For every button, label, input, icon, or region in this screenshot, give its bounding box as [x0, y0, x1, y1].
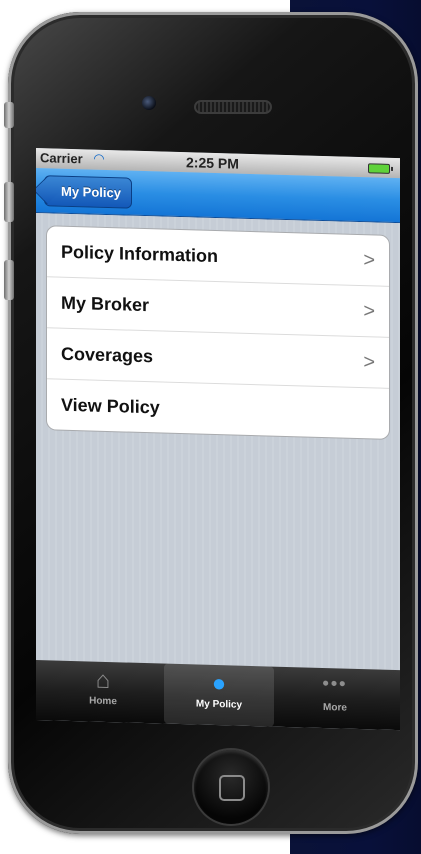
tab-bar: ⌂ Home ● My Policy ••• More: [36, 660, 400, 731]
chevron-right-icon: >: [363, 300, 375, 323]
wifi-icon: ◠: [94, 150, 104, 166]
battery-icon: [368, 163, 390, 174]
policy-menu-list: Policy Information > My Broker > Coverag…: [46, 225, 390, 440]
tab-more[interactable]: ••• More: [280, 667, 390, 730]
mute-switch: [4, 102, 14, 128]
tab-label: My Policy: [195, 698, 243, 711]
tab-label: More: [323, 702, 347, 714]
chevron-right-icon: >: [363, 351, 375, 374]
back-button[interactable]: My Policy: [44, 175, 132, 209]
status-time: 2:25 PM: [186, 154, 239, 172]
volume-down-button: [4, 260, 14, 300]
more-icon: •••: [322, 673, 348, 694]
list-item-label: Policy Information: [61, 241, 219, 267]
volume-up-button: [4, 182, 14, 222]
tab-label: Home: [89, 695, 117, 708]
earpiece-speaker: [194, 100, 272, 114]
chevron-right-icon: >: [363, 249, 375, 272]
carrier-name: Carrier: [40, 150, 83, 167]
app-screen: Carrier ◠ 2:25 PM My Policy Policy Infor…: [36, 148, 400, 731]
tab-home[interactable]: ⌂ Home: [48, 660, 158, 723]
person-icon: ●: [211, 669, 227, 698]
list-item-label: Coverages: [61, 343, 154, 367]
list-item-label: My Broker: [61, 292, 150, 316]
home-button-square-icon: [219, 775, 245, 801]
back-button-label: My Policy: [61, 183, 121, 201]
list-item-label: View Policy: [61, 394, 160, 418]
list-item-view-policy[interactable]: View Policy: [47, 379, 389, 439]
home-icon: ⌂: [95, 666, 111, 695]
front-camera: [142, 96, 156, 110]
tab-my-policy[interactable]: ● My Policy: [164, 663, 274, 727]
home-button[interactable]: [194, 750, 268, 824]
content-area: Policy Information > My Broker > Coverag…: [36, 213, 400, 671]
